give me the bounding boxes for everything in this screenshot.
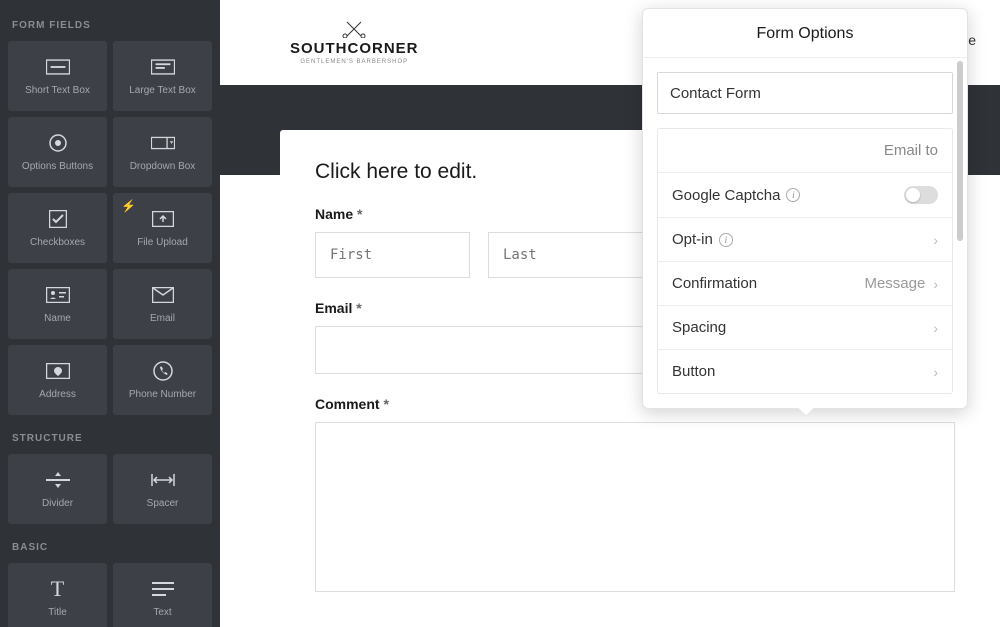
divider-icon: [46, 469, 70, 491]
upload-icon: [151, 208, 175, 230]
comment-textarea[interactable]: [315, 422, 955, 592]
last-name-input[interactable]: [488, 232, 643, 278]
option-row-captcha[interactable]: Google Captcha i: [658, 172, 952, 217]
logo-text: SOUTHCORNER: [290, 40, 419, 57]
dropdown-icon: [151, 132, 175, 154]
sidebar: FORM FIELDS Short Text Box Large Text Bo…: [0, 0, 220, 627]
text-icon: [151, 578, 175, 600]
chevron-right-icon: ›: [933, 320, 938, 336]
tile-text[interactable]: Text: [113, 563, 212, 627]
tiles-structure: Divider Spacer: [8, 454, 212, 524]
tile-name[interactable]: Name: [8, 269, 107, 339]
tile-file-upload[interactable]: ⚡ File Upload: [113, 193, 212, 263]
email-input[interactable]: [315, 326, 665, 374]
radio-icon: [46, 132, 70, 154]
info-icon[interactable]: i: [719, 233, 733, 247]
section-title-structure: STRUCTURE: [12, 433, 208, 444]
panel-arrow-icon: [797, 408, 813, 416]
tile-short-text-box[interactable]: Short Text Box: [8, 41, 107, 111]
tile-checkboxes[interactable]: Checkboxes: [8, 193, 107, 263]
options-title: Form Options: [643, 9, 967, 58]
panel-scrollbar[interactable]: [957, 61, 963, 341]
section-title-basic: BASIC: [12, 542, 208, 553]
lightning-icon: ⚡: [121, 199, 136, 213]
form-options-panel: Form Options Email to Google Captcha i O…: [642, 8, 968, 409]
phone-icon: [151, 360, 175, 382]
options-list: Email to Google Captcha i Opt-in i › Con…: [657, 128, 953, 394]
chevron-right-icon: ›: [933, 232, 938, 248]
tile-address[interactable]: Address: [8, 345, 107, 415]
title-icon: T: [46, 578, 70, 600]
option-row-spacing[interactable]: Spacing ›: [658, 305, 952, 349]
tile-dropdown-box[interactable]: Dropdown Box: [113, 117, 212, 187]
tiles-form-fields: Short Text Box Large Text Box Options Bu…: [8, 41, 212, 415]
name-icon: [46, 284, 70, 306]
logo-mark-icon: [339, 20, 369, 38]
option-row-button[interactable]: Button ›: [658, 349, 952, 393]
tile-large-text-box[interactable]: Large Text Box: [113, 41, 212, 111]
form-name-input[interactable]: [657, 72, 953, 114]
info-icon[interactable]: i: [786, 188, 800, 202]
tile-title[interactable]: T Title: [8, 563, 107, 627]
tiles-basic: T Title Text: [8, 563, 212, 627]
short-text-box-icon: [46, 56, 70, 78]
chevron-right-icon: ›: [933, 276, 938, 292]
spacer-icon: [151, 469, 175, 491]
logo-tagline: GENTLEMEN'S BARBERSHOP: [300, 59, 408, 65]
checkbox-icon: [46, 208, 70, 230]
captcha-toggle[interactable]: [904, 186, 938, 204]
option-row-email-to[interactable]: Email to: [658, 129, 952, 172]
tile-options-buttons[interactable]: Options Buttons: [8, 117, 107, 187]
option-row-confirmation[interactable]: Confirmation Message ›: [658, 261, 952, 305]
large-text-box-icon: [151, 56, 175, 78]
email-icon: [151, 284, 175, 306]
tile-spacer[interactable]: Spacer: [113, 454, 212, 524]
option-row-opt-in[interactable]: Opt-in i ›: [658, 217, 952, 261]
options-body: Email to Google Captcha i Opt-in i › Con…: [643, 58, 967, 408]
first-name-input[interactable]: [315, 232, 470, 278]
logo: SOUTHCORNER GENTLEMEN'S BARBERSHOP: [290, 20, 419, 65]
tile-divider[interactable]: Divider: [8, 454, 107, 524]
tile-phone-number[interactable]: Phone Number: [113, 345, 212, 415]
chevron-right-icon: ›: [933, 364, 938, 380]
address-icon: [46, 360, 70, 382]
section-title-form-fields: FORM FIELDS: [12, 20, 208, 31]
tile-email[interactable]: Email: [113, 269, 212, 339]
